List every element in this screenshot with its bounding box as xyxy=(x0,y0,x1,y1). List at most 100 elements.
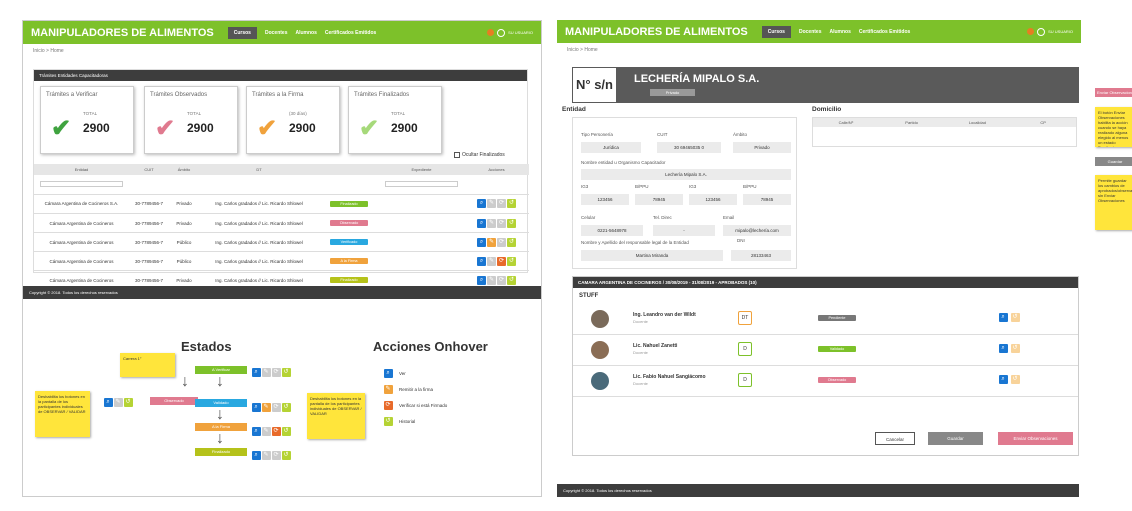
user-icon[interactable] xyxy=(497,28,506,37)
avatar xyxy=(591,372,609,390)
notification-icon[interactable] xyxy=(487,29,495,36)
breadcrumb[interactable]: Inicio > Home xyxy=(557,43,1081,57)
nav-alumnos[interactable]: Alumnos xyxy=(829,29,850,35)
table-row[interactable]: Cámara Argentina de Cocineros 30-7789456… xyxy=(34,232,529,252)
table-header: Entidad CUIT Ámbito DT Expediente Accion… xyxy=(34,164,529,175)
history-icon: ↺ xyxy=(281,451,291,461)
nav-certificados[interactable]: Certificados Emitidos xyxy=(325,30,376,36)
sign-icon[interactable]: ✎ xyxy=(487,275,496,285)
flow-mid-actions: ⌕ ✎ ⟳ ↺ xyxy=(251,399,291,417)
history-icon[interactable]: ↺ xyxy=(1010,344,1020,353)
user-icon[interactable] xyxy=(1037,27,1046,36)
sign-icon[interactable]: ✎ xyxy=(487,218,496,228)
note-right: Deshabilita los botones en la pantalla d… xyxy=(307,393,365,439)
filter-row xyxy=(34,175,529,195)
history-icon[interactable]: ↺ xyxy=(1010,375,1020,384)
nombre-field: Lechería Mipalo S.A. xyxy=(581,169,791,180)
entidad-title: Entidad xyxy=(562,106,586,113)
history-icon[interactable]: ↺ xyxy=(507,199,516,209)
history-icon[interactable]: ↺ xyxy=(507,256,516,266)
role-code: D xyxy=(738,342,752,356)
stat-observados[interactable]: Trámites Observados ✔ TOTAL 2900 xyxy=(144,86,238,154)
history-icon[interactable]: ↺ xyxy=(507,218,516,228)
status-badge: Pendiente xyxy=(818,315,856,321)
note-left: Deshabilita los botones en la pantalla d… xyxy=(35,391,90,437)
app-header: MANIPULADORES DE ALIMENTOS Cursos Docent… xyxy=(23,21,541,44)
table-row[interactable]: Cámara Argentina de Cocineros S.A. 30-77… xyxy=(34,194,529,214)
history-icon[interactable]: ↺ xyxy=(1010,313,1020,322)
list-item[interactable]: Lic. Nahuel Zanetti Docente D Validado ⌕… xyxy=(573,336,1078,366)
status-badge: Validado xyxy=(818,346,856,352)
table-row[interactable]: Cámara Argentina de Cocineros 30-7789456… xyxy=(34,213,529,233)
verify-icon[interactable]: ⟳ xyxy=(497,199,506,209)
nav-docentes[interactable]: Docentes xyxy=(265,30,288,36)
check-icon: ✔ xyxy=(359,115,380,142)
stat-firma[interactable]: Trámites a la Firma ✔ (30 días) 2900 xyxy=(246,86,340,154)
status-badge: Finalizado xyxy=(330,277,368,283)
tramite-number: N° s/n xyxy=(572,67,617,103)
check-icon: ✔ xyxy=(257,115,278,142)
view-icon[interactable]: ⌕ xyxy=(477,218,486,228)
ocultar-checkbox[interactable]: Ocultar Finalizados xyxy=(454,152,505,158)
list-item[interactable]: Lic. Fabio Nahuel Sangiácomo Docente D O… xyxy=(573,367,1078,397)
view-icon[interactable]: ⌕ xyxy=(998,344,1008,353)
sign-icon[interactable]: ✎ xyxy=(487,237,496,247)
sign-icon[interactable]: ✎ xyxy=(487,256,496,266)
sign-icon: ✎ xyxy=(261,451,271,461)
view-icon[interactable]: ⌕ xyxy=(477,256,486,266)
breadcrumb[interactable]: Inicio > Home xyxy=(23,44,541,58)
send-observations-button[interactable]: Enviar Observaciones xyxy=(998,432,1073,445)
ambito-field: Privado xyxy=(733,142,791,153)
notification-icon[interactable] xyxy=(1027,28,1035,35)
sign-icon: ✎ xyxy=(261,368,271,378)
stat-verificar[interactable]: Trámites a Verificar ✔ TOTAL 2900 xyxy=(40,86,134,154)
verify-icon: ⟳ xyxy=(271,427,281,437)
view-icon[interactable]: ⌕ xyxy=(477,237,486,247)
history-icon[interactable]: ↺ xyxy=(507,275,516,285)
history-icon[interactable]: ↺ xyxy=(507,237,516,247)
list-item[interactable]: Ing. Leandro van der Wildt Docente DT Pe… xyxy=(573,305,1078,335)
view-icon[interactable]: ⌕ xyxy=(998,313,1008,322)
verify-icon: ⟳ xyxy=(271,451,281,461)
status-badge: Finalizado xyxy=(330,200,368,207)
side-send-button: Enviar Observaciones xyxy=(1095,88,1132,97)
view-icon[interactable]: ⌕ xyxy=(477,199,486,209)
role-code: DT xyxy=(738,311,752,325)
nav-certificados[interactable]: Certificados Emitidos xyxy=(859,29,910,35)
flow-firma-actions: ⌕ ✎ ⟳ ↺ xyxy=(251,423,291,441)
user-name[interactable]: SU USUARIO xyxy=(1048,29,1073,34)
sign-icon: ✎ xyxy=(261,403,271,413)
view-icon[interactable]: ⌕ xyxy=(998,375,1008,384)
table-row[interactable]: Cámara Argentina de Cocineros 30-7789456… xyxy=(34,251,529,271)
verify-icon: ⟳ xyxy=(383,401,393,410)
check-icon: ✔ xyxy=(155,115,176,142)
checkbox-icon[interactable] xyxy=(454,152,460,158)
cancel-button[interactable]: Cancelar xyxy=(875,432,915,445)
verify-icon[interactable]: ⟳ xyxy=(497,256,506,266)
nav-alumnos[interactable]: Alumnos xyxy=(295,30,316,36)
check-icon: ✔ xyxy=(51,115,72,142)
nav-cursos[interactable]: Cursos xyxy=(761,25,791,38)
verify-icon[interactable]: ⟳ xyxy=(497,275,506,285)
course-panel: CAMARA ARGENTINA DE COCINEROS / 30/08/20… xyxy=(572,276,1079,456)
filter-input[interactable] xyxy=(40,181,123,188)
arrow-icon: ↓ xyxy=(216,406,224,423)
verify-icon[interactable]: ⟳ xyxy=(497,237,506,247)
save-button[interactable]: Guardar xyxy=(928,432,983,445)
tramites-panel: Trámites Entidades Capacitadoras Trámite… xyxy=(33,69,529,290)
filter-input[interactable] xyxy=(385,181,458,188)
sign-icon[interactable]: ✎ xyxy=(487,199,496,209)
nav-docentes[interactable]: Docentes xyxy=(799,29,822,35)
stat-finalizados[interactable]: Trámites Finalizados ✔ TOTAL 2900 xyxy=(348,86,442,154)
view-icon[interactable]: ⌕ xyxy=(477,275,486,285)
tipo-field: Jurídica xyxy=(581,142,641,153)
user-name[interactable]: SU USUARIO xyxy=(508,30,533,35)
brand-title: MANIPULADORES DE ALIMENTOS xyxy=(31,26,214,39)
view-icon: ⌕ xyxy=(251,403,261,413)
panel-title: Trámites Entidades Capacitadoras xyxy=(34,70,527,81)
nav-cursos[interactable]: Cursos xyxy=(227,26,257,39)
side-note-send: El botón Enviar Observaciones habilita l… xyxy=(1095,107,1132,147)
verify-icon[interactable]: ⟳ xyxy=(497,218,506,228)
view-icon: ⌕ xyxy=(251,368,261,378)
role-code: D xyxy=(738,373,752,387)
